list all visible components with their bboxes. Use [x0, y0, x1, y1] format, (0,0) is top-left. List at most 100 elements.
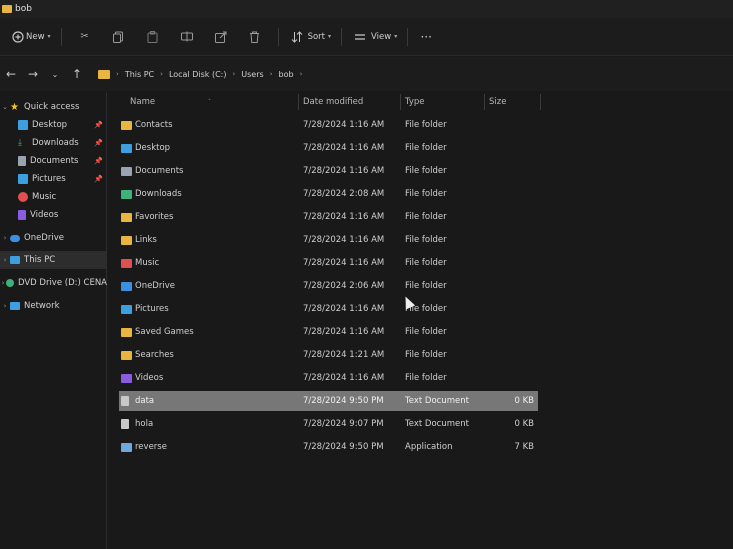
column-header-date[interactable]: Date modified — [303, 92, 363, 112]
file-row[interactable]: Contacts 7/28/2024 1:16 AM File folder — [119, 115, 538, 135]
file-row[interactable]: Links 7/28/2024 1:16 AM File folder — [119, 230, 538, 250]
file-row[interactable]: reverse 7/28/2024 9:50 PM Application 7 KB — [119, 437, 538, 457]
folder-icon — [121, 327, 132, 337]
file-date-modified: 7/28/2024 1:16 AM — [303, 373, 385, 383]
file-type: File folder — [405, 327, 447, 337]
file-name: Videos — [135, 373, 164, 383]
desktop-icon — [18, 120, 28, 130]
file-date-modified: 7/28/2024 9:07 PM — [303, 419, 384, 429]
pictures-icon — [18, 174, 28, 184]
chevron-right-icon: › — [269, 70, 273, 78]
column-header-type[interactable]: Type — [405, 92, 425, 112]
file-row[interactable]: Downloads 7/28/2024 2:08 AM File folder — [119, 184, 538, 204]
file-row[interactable]: Searches 7/28/2024 1:21 AM File folder — [119, 345, 538, 365]
sidebar-item-documents[interactable]: Documents 📌 — [0, 152, 107, 170]
cut-button[interactable]: ✂ — [68, 24, 102, 50]
sidebar-item-label: Desktop — [32, 120, 68, 130]
copy-button[interactable] — [102, 24, 136, 50]
file-row[interactable]: Videos 7/28/2024 1:16 AM File folder — [119, 368, 538, 388]
file-row[interactable]: Music 7/28/2024 1:16 AM File folder — [119, 253, 538, 273]
file-date-modified: 7/28/2024 1:16 AM — [303, 304, 385, 314]
sort-button[interactable]: Sort ▾ — [285, 24, 335, 50]
back-button[interactable]: ← — [0, 67, 22, 81]
document-icon — [18, 156, 26, 166]
file-type: File folder — [405, 258, 447, 268]
sidebar-item-onedrive[interactable]: › OneDrive — [0, 229, 107, 247]
folder-icon — [121, 235, 132, 245]
file-name: reverse — [135, 442, 167, 452]
breadcrumb-this-pc[interactable]: This PC — [125, 70, 154, 79]
breadcrumb-bob[interactable]: bob — [279, 70, 294, 79]
view-button[interactable]: View ▾ — [348, 24, 401, 50]
sidebar-item-label: This PC — [24, 255, 56, 265]
sidebar-item-music[interactable]: Music — [0, 188, 107, 206]
network-icon — [10, 302, 20, 310]
sidebar-item-desktop[interactable]: Desktop 📌 — [0, 116, 107, 134]
chevron-down-icon: ⌄ — [2, 103, 8, 111]
file-row[interactable]: data 7/28/2024 9:50 PM Text Document 0 KB — [119, 391, 538, 411]
cloud-icon — [10, 234, 20, 242]
column-divider[interactable] — [298, 94, 299, 110]
navigation-pane: ⌄ ★ Quick access Desktop 📌 ⤓ Downloads 📌… — [0, 92, 107, 549]
file-type: File folder — [405, 143, 447, 153]
pin-icon: 📌 — [94, 121, 103, 129]
column-divider[interactable] — [540, 94, 541, 110]
column-divider[interactable] — [400, 94, 401, 110]
up-button[interactable]: ↑ — [66, 67, 88, 81]
chevron-right-icon: › — [3, 256, 7, 264]
file-date-modified: 7/28/2024 2:06 AM — [303, 281, 385, 291]
sidebar-item-label: Downloads — [32, 138, 79, 148]
file-row[interactable]: Saved Games 7/28/2024 1:16 AM File folder — [119, 322, 538, 342]
breadcrumb-local-disk[interactable]: Local Disk (C:) — [169, 70, 227, 79]
paste-button[interactable] — [136, 24, 170, 50]
file-size: 0 KB — [514, 419, 534, 429]
rename-icon — [179, 29, 195, 45]
sidebar-item-pictures[interactable]: Pictures 📌 — [0, 170, 107, 188]
forward-button[interactable]: → — [22, 67, 44, 81]
file-row[interactable]: OneDrive 7/28/2024 2:06 AM File folder — [119, 276, 538, 296]
file-name: Favorites — [135, 212, 174, 222]
app-icon — [121, 442, 132, 452]
desktop-icon — [121, 143, 132, 153]
sidebar-item-this-pc[interactable]: › This PC — [0, 251, 107, 269]
sidebar-item-downloads[interactable]: ⤓ Downloads 📌 — [0, 134, 107, 152]
file-size: 0 KB — [514, 396, 534, 406]
sidebar-item-quick-access[interactable]: ⌄ ★ Quick access — [0, 98, 107, 116]
column-header-label: Name — [130, 97, 156, 107]
delete-button[interactable] — [238, 24, 272, 50]
more-options-button[interactable]: ··· — [414, 24, 438, 50]
file-type: File folder — [405, 189, 447, 199]
title-bar: bob — [0, 0, 733, 18]
view-icon — [352, 29, 368, 45]
file-row[interactable]: Documents 7/28/2024 1:16 AM File folder — [119, 161, 538, 181]
column-header-size[interactable]: Size — [489, 92, 506, 112]
file-name: Links — [135, 235, 157, 245]
sort-icon — [289, 29, 305, 45]
file-name: data — [135, 396, 155, 406]
folder-icon — [98, 69, 110, 79]
file-type: Text Document — [405, 396, 469, 406]
sidebar-item-videos[interactable]: Videos — [0, 206, 107, 224]
file-row[interactable]: Favorites 7/28/2024 1:16 AM File folder — [119, 207, 538, 227]
sidebar-item-dvd-drive[interactable]: › DVD Drive (D:) CENA — [0, 274, 107, 292]
address-bar[interactable]: › This PC › Local Disk (C:) › Users › bo… — [98, 63, 308, 85]
file-row[interactable]: hola 7/28/2024 9:07 PM Text Document 0 KB — [119, 414, 538, 434]
pc-icon — [10, 256, 20, 264]
new-button[interactable]: New ▾ — [6, 24, 55, 50]
recent-locations-button[interactable]: ⌄ — [44, 70, 66, 79]
sidebar-item-network[interactable]: › Network — [0, 297, 107, 315]
sidebar-item-label: Network — [24, 301, 60, 311]
chevron-down-icon: ▾ — [328, 33, 332, 40]
column-header-name[interactable]: Name — [130, 92, 155, 112]
file-row[interactable]: Pictures 7/28/2024 1:16 AM File folder — [119, 299, 538, 319]
column-divider[interactable] — [484, 94, 485, 110]
file-type: File folder — [405, 350, 447, 360]
rename-button[interactable] — [170, 24, 204, 50]
file-type: File folder — [405, 212, 447, 222]
navigation-bar: ← → ⌄ ↑ › This PC › Local Disk (C:) › Us… — [0, 57, 733, 91]
share-button[interactable] — [204, 24, 238, 50]
file-type: Text Document — [405, 419, 469, 429]
file-date-modified: 7/28/2024 1:21 AM — [303, 350, 385, 360]
breadcrumb-users[interactable]: Users — [241, 70, 263, 79]
file-row[interactable]: Desktop 7/28/2024 1:16 AM File folder — [119, 138, 538, 158]
